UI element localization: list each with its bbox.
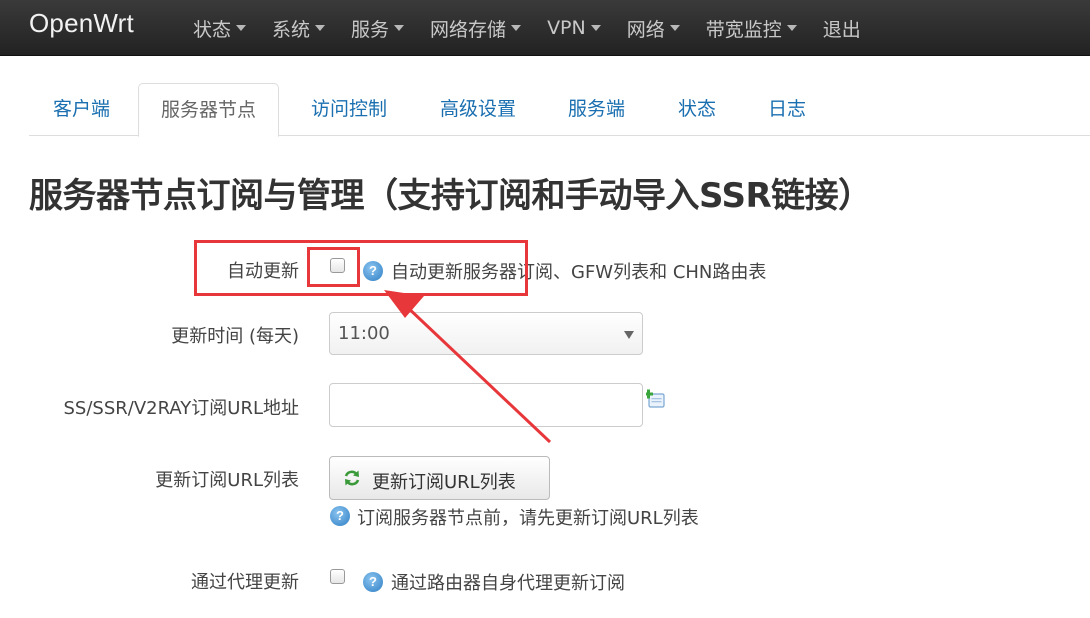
update-list-label: 更新订阅URL列表: [155, 470, 299, 491]
menu-vpn[interactable]: VPN: [534, 0, 614, 56]
menu-services[interactable]: 服务: [338, 0, 417, 56]
subscribe-url-input[interactable]: [329, 383, 643, 427]
update-time-label: 更新时间 (每天): [171, 326, 299, 347]
update-time-select[interactable]: 11:00: [329, 312, 643, 355]
help-icon: ?: [330, 506, 350, 526]
annotation-outer-box: [194, 240, 528, 296]
update-list-help: 订阅服务器节点前，请先更新订阅URL列表: [357, 508, 699, 529]
chevron-down-icon: [511, 25, 522, 31]
proxy-update-label: 通过代理更新: [191, 572, 299, 593]
refresh-icon: [344, 470, 360, 486]
main-menu: 状态 系统 服务 网络存储 VPN 网络 带宽监控 退出: [180, 0, 874, 56]
add-field-icon[interactable]: [646, 389, 666, 409]
page-title: 服务器节点订阅与管理（支持订阅和手动导入SSR链接）: [29, 176, 872, 216]
help-icon: ?: [363, 572, 383, 592]
menu-bandwidth[interactable]: 带宽监控: [693, 0, 810, 56]
proxy-update-help: 通过路由器自身代理更新订阅: [391, 573, 625, 594]
chevron-down-icon: [315, 25, 326, 31]
update-subscription-button[interactable]: 更新订阅URL列表: [329, 456, 550, 500]
tab-advanced[interactable]: 高级设置: [440, 83, 516, 136]
chevron-down-icon: [590, 25, 601, 31]
menu-system[interactable]: 系统: [259, 0, 338, 56]
menu-status[interactable]: 状态: [180, 0, 259, 56]
chevron-down-icon: [786, 25, 797, 31]
brand-logo[interactable]: OpenWrt: [29, 8, 134, 39]
tab-server-nodes[interactable]: 服务器节点: [138, 83, 280, 137]
proxy-update-checkbox[interactable]: [330, 569, 345, 584]
menu-nas[interactable]: 网络存储: [417, 0, 534, 56]
subscribe-url-label: SS/SSR/V2RAY订阅URL地址: [63, 398, 299, 419]
tab-access-control[interactable]: 访问控制: [311, 83, 387, 136]
tab-server[interactable]: 服务端: [568, 83, 625, 136]
tab-client[interactable]: 客户端: [53, 83, 110, 136]
chevron-down-icon: [236, 25, 247, 31]
dropdown-arrow-icon: [624, 331, 634, 339]
chevron-down-icon: [669, 25, 680, 31]
chevron-down-icon: [394, 25, 405, 31]
tab-status[interactable]: 状态: [678, 83, 716, 136]
tab-log[interactable]: 日志: [768, 83, 806, 136]
tab-bar: 客户端 服务器节点 访问控制 高级设置 服务端 状态 日志: [29, 83, 1090, 137]
menu-network[interactable]: 网络: [614, 0, 693, 56]
top-navbar: OpenWrt 状态 系统 服务 网络存储 VPN 网络 带宽监控 退出: [0, 0, 1090, 56]
annotation-checkbox-box: [307, 247, 360, 287]
menu-logout[interactable]: 退出: [810, 0, 874, 56]
update-subscription-button-label: 更新订阅URL列表: [372, 472, 516, 493]
update-time-value: 11:00: [338, 323, 390, 344]
